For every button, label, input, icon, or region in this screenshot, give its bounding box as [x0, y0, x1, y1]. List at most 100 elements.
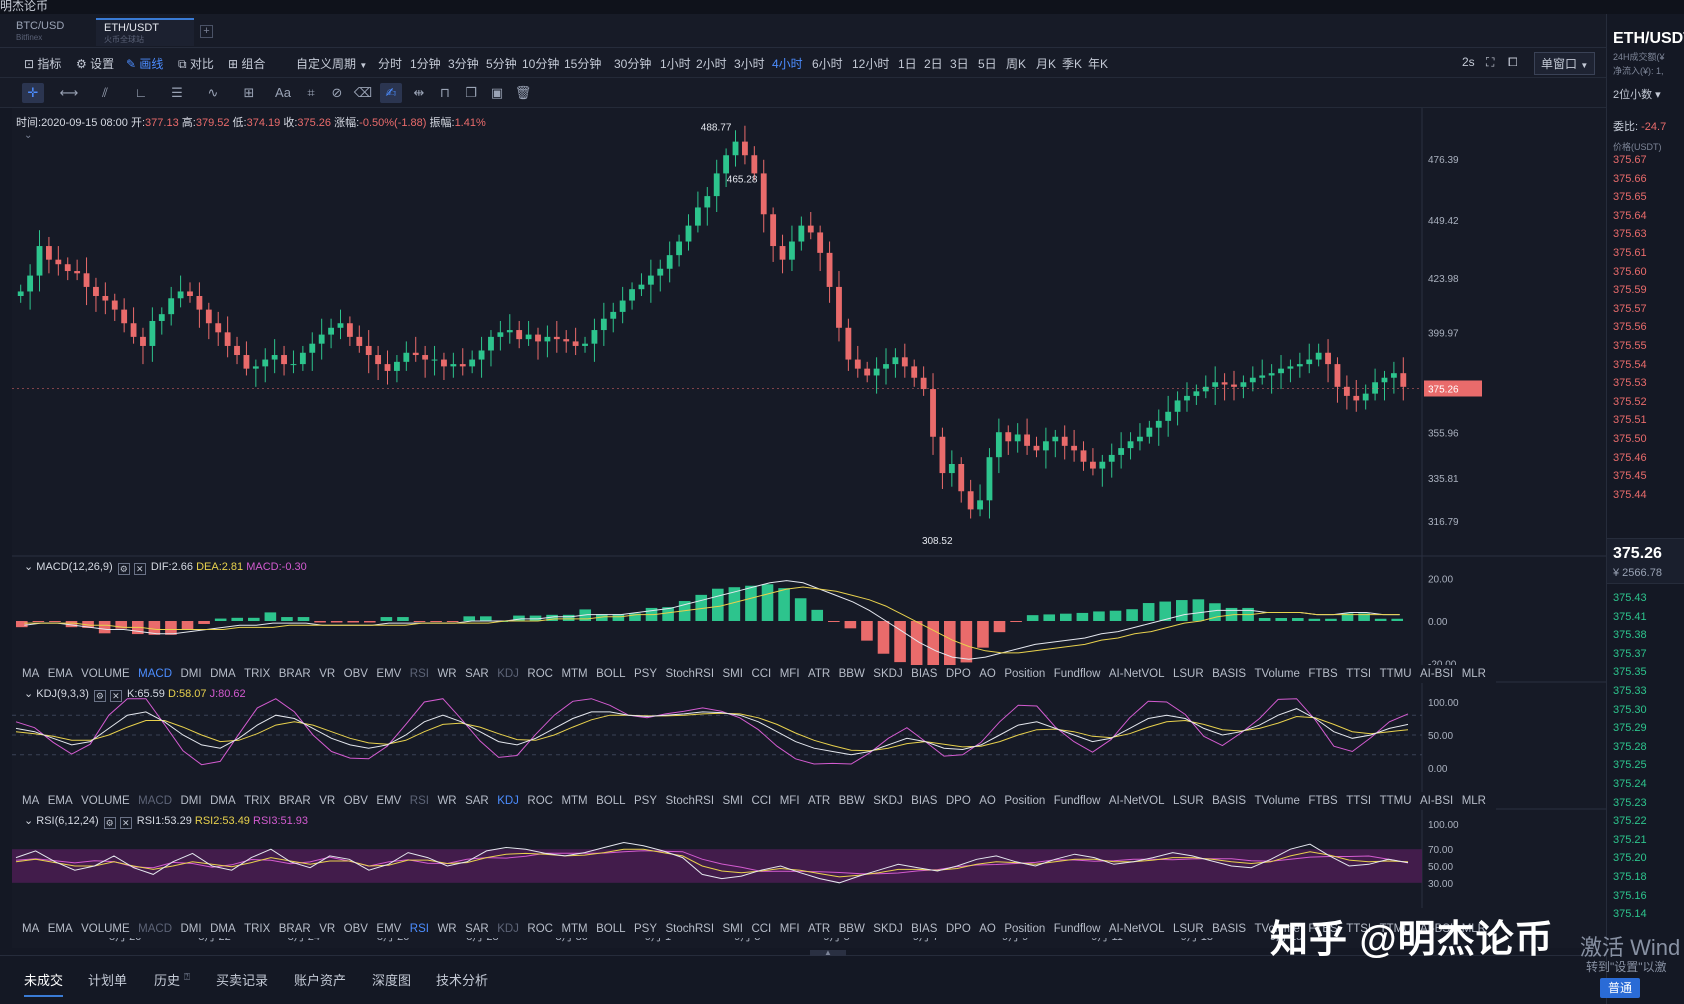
indicator-fundflow[interactable]: Fundflow	[1054, 923, 1101, 935]
indicator-skdj[interactable]: SKDJ	[873, 923, 902, 935]
tab-account-assets[interactable]: 账户资产	[294, 970, 346, 989]
draw-mode-icon[interactable]: ✍	[380, 83, 402, 103]
period-8[interactable]: 2小时	[696, 55, 727, 72]
indicator-cci[interactable]: CCI	[751, 923, 771, 935]
indicator-fundflow[interactable]: Fundflow	[1054, 668, 1101, 680]
ask-price[interactable]: 375.52	[1613, 396, 1647, 408]
ask-price[interactable]: 375.64	[1613, 210, 1647, 222]
parallel-icon[interactable]: ☰	[166, 83, 188, 103]
indicator-rsi[interactable]: RSI	[410, 923, 429, 935]
collapse-chevron-icon[interactable]: ⌄	[24, 561, 33, 573]
indicator-stochrsi[interactable]: StochRSI	[665, 923, 714, 935]
ask-price[interactable]: 375.63	[1613, 228, 1647, 240]
indicator-ttsi[interactable]: TTSI	[1346, 795, 1371, 807]
indicator-boll[interactable]: BOLL	[596, 668, 625, 680]
ask-price[interactable]: 375.60	[1613, 266, 1647, 278]
indicator-smi[interactable]: SMI	[723, 668, 743, 680]
period-6[interactable]: 30分钟	[614, 55, 651, 72]
ask-price[interactable]: 375.45	[1613, 470, 1647, 482]
indicator-trix[interactable]: TRIX	[244, 923, 270, 935]
indicator-roc[interactable]: ROC	[527, 668, 553, 680]
bid-price[interactable]: 375.21	[1613, 834, 1647, 846]
indicator-fundflow[interactable]: Fundflow	[1054, 795, 1101, 807]
indicator-vr[interactable]: VR	[319, 923, 335, 935]
indicator-stochrsi[interactable]: StochRSI	[665, 668, 714, 680]
indicator-position[interactable]: Position	[1004, 795, 1045, 807]
bid-price[interactable]: 375.25	[1613, 759, 1647, 771]
indicator-mlr[interactable]: MLR	[1462, 668, 1486, 680]
indicator-ao[interactable]: AO	[979, 923, 996, 935]
bid-price[interactable]: 375.37	[1613, 648, 1647, 660]
indicator-bias[interactable]: BIAS	[911, 795, 937, 807]
indicator-vr[interactable]: VR	[319, 668, 335, 680]
indicator-mfi[interactable]: MFI	[780, 668, 800, 680]
period-19[interactable]: 季K	[1062, 55, 1082, 72]
trend-lines-icon[interactable]: ⫽	[94, 83, 116, 103]
indicator-psy[interactable]: PSY	[634, 795, 657, 807]
ask-price[interactable]: 375.44	[1613, 489, 1647, 501]
help-icon[interactable]: ⍰	[184, 972, 190, 983]
period-1[interactable]: 1分钟	[410, 55, 441, 72]
period-18[interactable]: 月K	[1036, 55, 1056, 72]
indicator-ma[interactable]: MA	[22, 923, 39, 935]
bid-price[interactable]: 375.20	[1613, 852, 1647, 864]
period-9[interactable]: 3小时	[734, 55, 765, 72]
period-10[interactable]: 4小时	[772, 55, 803, 72]
indicator-lsur[interactable]: LSUR	[1173, 795, 1204, 807]
indicator-dmi[interactable]: DMI	[181, 795, 202, 807]
period-16[interactable]: 5日	[978, 55, 997, 72]
ask-price[interactable]: 375.55	[1613, 340, 1647, 352]
indicator-dma[interactable]: DMA	[210, 795, 236, 807]
indicator-ttmu[interactable]: TTMU	[1380, 795, 1412, 807]
tab-history[interactable]: 历史	[154, 970, 180, 989]
indicator-mtm[interactable]: MTM	[561, 923, 587, 935]
ask-price[interactable]: 375.65	[1613, 191, 1647, 203]
period-4[interactable]: 10分钟	[522, 55, 559, 72]
custom-period-dropdown[interactable]: 自定义周期 ▼	[296, 55, 367, 72]
lock-icon[interactable]: ⊓	[434, 83, 456, 103]
measure-icon[interactable]: ⇹	[408, 83, 430, 103]
collapse-chevron-icon[interactable]: ⌄	[24, 130, 32, 141]
indicator-brar[interactable]: BRAR	[279, 668, 311, 680]
indicator-brar[interactable]: BRAR	[279, 795, 311, 807]
indicator-ftbs[interactable]: FTBS	[1308, 668, 1337, 680]
screenshot-icon[interactable]: ▣	[486, 83, 508, 103]
expand-handle-icon[interactable]: ▲	[810, 949, 846, 957]
ask-price[interactable]: 375.54	[1613, 359, 1647, 371]
indicator-ao[interactable]: AO	[979, 668, 996, 680]
bid-price[interactable]: 375.43	[1613, 592, 1647, 604]
fib-icon[interactable]: ⌗	[300, 83, 322, 103]
decimals-dropdown[interactable]: 2位小数 ▾	[1613, 86, 1661, 102]
refresh-interval[interactable]: 2s	[1462, 55, 1475, 69]
mode-badge[interactable]: 普通	[1600, 978, 1640, 998]
combo-button[interactable]: ⊞ 组合	[228, 55, 265, 72]
tab-plan-orders[interactable]: 计划单	[88, 970, 127, 989]
bid-price[interactable]: 375.22	[1613, 815, 1647, 827]
wave-icon[interactable]: ∿	[202, 83, 224, 103]
close-icon[interactable]: ✕	[109, 690, 122, 702]
indicator-ai-bsi[interactable]: AI-BSI	[1420, 795, 1453, 807]
grid-icon[interactable]: ⊞	[238, 83, 260, 103]
indicator-mtm[interactable]: MTM	[561, 795, 587, 807]
indicator-rsi[interactable]: RSI	[410, 795, 429, 807]
indicator-ema[interactable]: EMA	[48, 923, 73, 935]
bid-price[interactable]: 375.23	[1613, 797, 1647, 809]
indicator-ao[interactable]: AO	[979, 795, 996, 807]
indicator-ai-netvol[interactable]: AI-NetVOL	[1109, 923, 1165, 935]
indicator-trix[interactable]: TRIX	[244, 668, 270, 680]
brush-icon[interactable]: ⊘	[326, 83, 348, 103]
indicator-roc[interactable]: ROC	[527, 923, 553, 935]
copy-icon[interactable]: ❐	[460, 83, 482, 103]
indicator-volume[interactable]: VOLUME	[81, 923, 130, 935]
indicator-dmi[interactable]: DMI	[181, 668, 202, 680]
indicator-stochrsi[interactable]: StochRSI	[665, 795, 714, 807]
indicator-smi[interactable]: SMI	[723, 795, 743, 807]
indicator-mfi[interactable]: MFI	[780, 923, 800, 935]
indicator-lsur[interactable]: LSUR	[1173, 668, 1204, 680]
period-15[interactable]: 3日	[950, 55, 969, 72]
indicator-volume[interactable]: VOLUME	[81, 795, 130, 807]
ask-price[interactable]: 375.51	[1613, 414, 1647, 426]
ask-price[interactable]: 375.50	[1613, 433, 1647, 445]
bid-price[interactable]: 375.35	[1613, 666, 1647, 678]
collapse-chevron-icon[interactable]: ⌄	[24, 688, 33, 700]
